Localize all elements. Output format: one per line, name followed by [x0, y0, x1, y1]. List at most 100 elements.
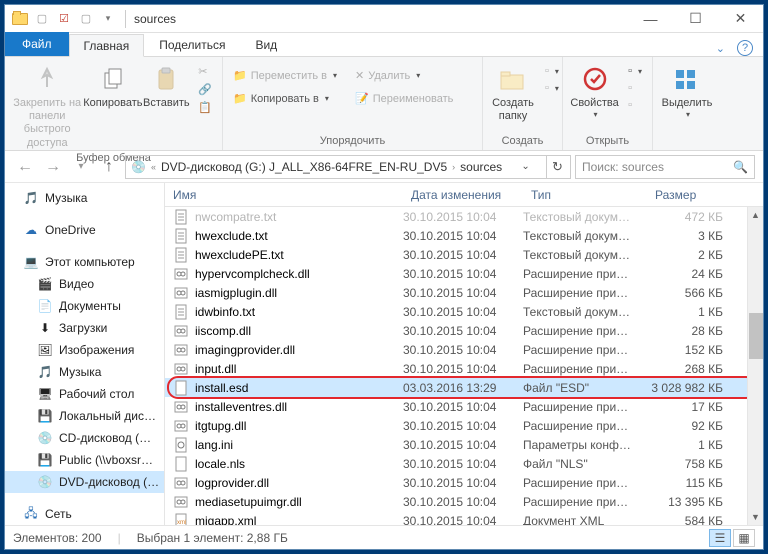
breadcrumb-folder[interactable]: sources [457, 160, 505, 174]
file-row[interactable]: imagingprovider.dll30.10.2015 10:04Расши… [165, 340, 763, 359]
collapse-ribbon-icon[interactable]: ⌄ [716, 42, 725, 55]
file-name: hwexcludePE.txt [195, 248, 284, 262]
file-size: 472 КБ [647, 210, 763, 224]
qat-check-icon[interactable]: ☑ [55, 10, 73, 28]
qat-new-icon[interactable]: ▢ [77, 10, 95, 28]
maximize-button[interactable]: ☐ [673, 5, 718, 33]
tree-onedrive[interactable]: ☁OneDrive [5, 219, 164, 241]
tree-pictures[interactable]: 🖼Изображения [5, 339, 164, 361]
tree-public[interactable]: 💾Public (\\vboxsr… [5, 449, 164, 471]
help-icon[interactable]: ? [737, 40, 753, 56]
file-row[interactable]: logprovider.dll30.10.2015 10:04Расширени… [165, 473, 763, 492]
col-date[interactable]: Дата изменения [403, 188, 523, 202]
file-name: lang.ini [195, 438, 233, 452]
qat-properties-icon[interactable]: ▢ [33, 10, 51, 28]
file-type: Текстовый докум… [523, 229, 647, 243]
scroll-up-icon[interactable]: ▲ [748, 207, 763, 223]
rename-button: 📝Переименовать [351, 90, 457, 107]
select-button[interactable]: Выделить▾ [659, 59, 715, 120]
address-dropdown-icon[interactable]: ⌄ [515, 156, 537, 178]
tree-desktop[interactable]: 🖥Рабочий стол [5, 383, 164, 405]
tree-videos[interactable]: 🎬Видео [5, 273, 164, 295]
tree-documents[interactable]: 📄Документы [5, 295, 164, 317]
file-row[interactable]: idwbinfo.txt30.10.2015 10:04Текстовый до… [165, 302, 763, 321]
properties-button[interactable]: Свойства▾ [569, 59, 620, 120]
col-size[interactable]: Размер [647, 188, 763, 202]
copy-to-button[interactable]: 📁Копировать в▾ [229, 90, 341, 107]
file-row[interactable]: iiscomp.dll30.10.2015 10:04Расширение пр… [165, 321, 763, 340]
tab-file[interactable]: Файл [5, 32, 69, 56]
tree-network[interactable]: 🖧Сеть [5, 503, 164, 525]
tree-thispc[interactable]: 💻Этот компьютер [5, 251, 164, 273]
tree-dvd[interactable]: 💿DVD-дисковод (… [5, 471, 164, 493]
scroll-thumb[interactable] [749, 313, 763, 359]
file-icon [173, 266, 189, 282]
back-button[interactable]: ← [13, 155, 37, 179]
minimize-button[interactable]: ― [628, 5, 673, 33]
qat-dropdown-icon[interactable]: ▾ [99, 10, 117, 28]
address-bar[interactable]: 💿 « DVD-дисковод (G:) J_ALL_X86-64FRE_EN… [125, 155, 571, 179]
file-date: 30.10.2015 10:04 [403, 267, 523, 281]
chevron-right-icon[interactable]: « [149, 162, 158, 172]
tab-share[interactable]: Поделиться [144, 33, 240, 56]
paste-button: Вставить [142, 59, 190, 110]
nav-tree[interactable]: 🎵Музыка ☁OneDrive 💻Этот компьютер 🎬Видео… [5, 183, 165, 525]
col-type[interactable]: Тип [523, 188, 647, 202]
file-date: 30.10.2015 10:04 [403, 324, 523, 338]
column-headers[interactable]: Имя Дата изменения Тип Размер [165, 183, 763, 207]
col-name[interactable]: Имя [165, 188, 403, 202]
file-row[interactable]: itgtupg.dll30.10.2015 10:04Расширение пр… [165, 416, 763, 435]
open-button[interactable]: ▫▾ [624, 63, 646, 79]
file-row[interactable]: mediasetupuimgr.dll30.10.2015 10:04Расши… [165, 492, 763, 511]
music-icon: 🎵 [37, 364, 53, 380]
file-row[interactable]: hypervcomplcheck.dll30.10.2015 10:04Расш… [165, 264, 763, 283]
svg-text:xml: xml [177, 520, 186, 526]
breadcrumb-drive[interactable]: DVD-дисковод (G:) J_ALL_X86-64FRE_EN-RU_… [158, 160, 450, 174]
file-date: 30.10.2015 10:04 [403, 210, 523, 224]
status-count: Элементов: 200 [13, 531, 102, 545]
close-button[interactable]: ✕ [718, 5, 763, 33]
tree-music[interactable]: 🎵Музыка [5, 187, 164, 209]
tree-local[interactable]: 💾Локальный дис… [5, 405, 164, 427]
file-row[interactable]: installeventres.dll30.10.2015 10:04Расши… [165, 397, 763, 416]
file-row[interactable]: lang.ini30.10.2015 10:04Параметры конф…1… [165, 435, 763, 454]
tree-cd[interactable]: 💿CD-дисковод (… [5, 427, 164, 449]
search-input[interactable]: Поиск: sources 🔍 [575, 155, 755, 179]
file-type: Документ XML [523, 514, 647, 526]
copy-icon [101, 63, 125, 95]
copy-to-icon: 📁 [233, 92, 247, 105]
shortcut-icon: 📋 [198, 101, 212, 114]
scrollbar[interactable]: ▲ ▼ [747, 207, 763, 525]
file-row[interactable]: nwcompatre.txt30.10.2015 10:04Текстовый … [165, 207, 763, 226]
file-size: 268 КБ [647, 362, 763, 376]
titlebar: ▢ ☑ ▢ ▾ sources ― ☐ ✕ [5, 5, 763, 33]
file-row[interactable]: iasmigplugin.dll30.10.2015 10:04Расширен… [165, 283, 763, 302]
file-list[interactable]: nwcompatre.txt30.10.2015 10:04Текстовый … [165, 207, 763, 525]
up-button[interactable]: ↑ [97, 155, 121, 179]
view-icons-button[interactable]: ▦ [733, 529, 755, 547]
copy-button[interactable]: Копировать [87, 59, 138, 110]
file-row[interactable]: install.esd03.03.2016 13:29Файл "ESD"3 0… [165, 378, 763, 397]
file-row[interactable]: hwexclude.txt30.10.2015 10:04Текстовый д… [165, 226, 763, 245]
file-name: locale.nls [195, 457, 245, 471]
tree-downloads[interactable]: ⬇Загрузки [5, 317, 164, 339]
search-icon: 🔍 [733, 160, 748, 174]
file-row[interactable]: xmlmigapp.xml30.10.2015 10:04Документ XM… [165, 511, 763, 525]
file-icon [173, 494, 189, 510]
recent-dropdown-icon[interactable]: ▾ [69, 155, 93, 179]
file-icon [173, 475, 189, 491]
tab-view[interactable]: Вид [240, 33, 292, 56]
scroll-down-icon[interactable]: ▼ [748, 509, 763, 525]
tab-home[interactable]: Главная [69, 34, 145, 57]
file-row[interactable]: hwexcludePE.txt30.10.2015 10:04Текстовый… [165, 245, 763, 264]
file-row[interactable]: locale.nls30.10.2015 10:04Файл "NLS"758 … [165, 454, 763, 473]
file-icon [173, 456, 189, 472]
view-details-button[interactable]: ☰ [709, 529, 731, 547]
tree-music2[interactable]: 🎵Музыка [5, 361, 164, 383]
pictures-icon: 🖼 [37, 342, 53, 358]
file-row[interactable]: input.dll30.10.2015 10:04Расширение при…… [165, 359, 763, 378]
refresh-button[interactable]: ↻ [546, 156, 568, 178]
paste-shortcut-button: 📋 [194, 99, 216, 116]
chevron-right-icon[interactable]: › [450, 162, 457, 172]
file-icon [173, 437, 189, 453]
